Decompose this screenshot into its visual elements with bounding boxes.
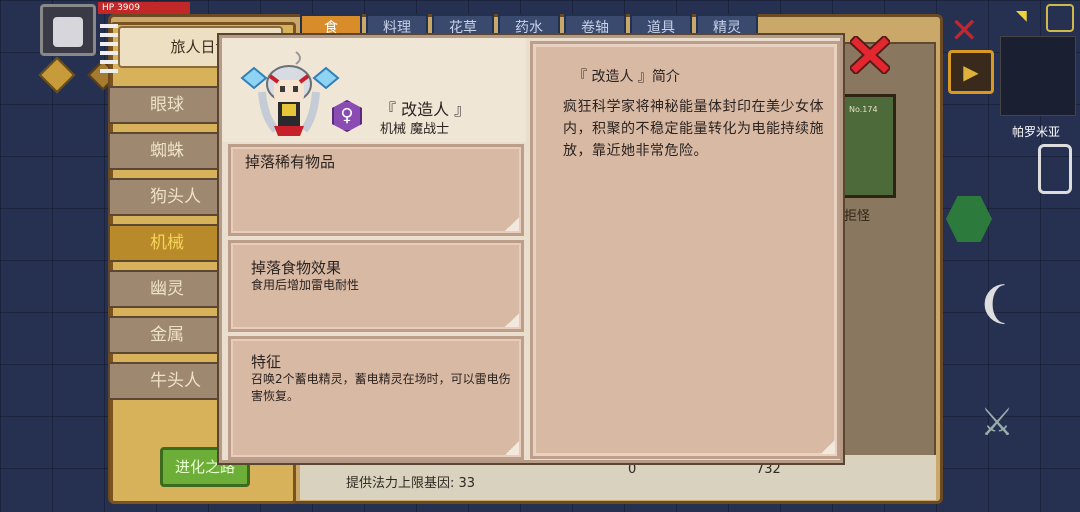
monster-card[interactable]: No.174 — [842, 94, 896, 198]
monster-header: ♀ 『 改造人 』 机械 魔战士 — [222, 38, 526, 142]
description-panel: 『 改造人 』简介 疯狂科学家将神秘能量体封印在美少女体内，积聚的不稳定能量转化… — [530, 41, 840, 459]
category-tab-spider[interactable]: 蜘蛛 — [108, 132, 232, 170]
food-effect-section: 掉落食物效果 食用后增加雷电耐性 — [228, 240, 524, 332]
minimap[interactable] — [1000, 36, 1076, 116]
item-count-a: 0 — [628, 462, 637, 477]
description-body: 疯狂科学家将神秘能量体封印在美少女体内，积聚的不稳定能量转化为电能持续施放，靠近… — [563, 99, 824, 159]
traits-section: 特征 召唤2个蓄电精灵，蓄电精灵在场时，可以雷电伤害恢复。 — [228, 336, 524, 460]
page-corner-icon — [821, 440, 835, 454]
monster-detail-modal: ♀ 『 改造人 』 机械 魔战士 掉落稀有物品 掉落食物效果 食用后增加雷电耐性… — [219, 35, 843, 463]
bow-icon[interactable]: ❨ — [976, 278, 1013, 329]
sword-icon[interactable]: ⚔ — [980, 400, 1014, 444]
category-tab-minotaur[interactable]: 牛头人 — [108, 362, 232, 400]
play-button[interactable]: ▶ — [948, 50, 994, 94]
map-location-name: 帕罗米亚 — [1012, 125, 1061, 139]
category-tab-kobold[interactable]: 狗头人 — [108, 178, 232, 216]
close-x-icon[interactable] — [850, 36, 890, 74]
wifi-icon: ◥ — [1016, 8, 1027, 24]
menu-corner-button[interactable] — [1046, 4, 1074, 32]
rare-drop-section: 掉落稀有物品 — [228, 144, 524, 236]
mana-gene-stat: 提供法力上限基因: 33 — [346, 476, 476, 491]
monster-type: 机械 魔战士 — [380, 122, 450, 137]
food-effect-title: 掉落食物效果 — [251, 259, 342, 277]
traits-title: 特征 — [251, 353, 282, 371]
hp-bar: HP 3909 — [98, 2, 190, 14]
category-tab-eyeball[interactable]: 眼球 — [108, 86, 232, 124]
category-tab-ghost[interactable]: 幽灵 — [108, 270, 232, 308]
page-corner-icon — [505, 441, 519, 455]
description-title: 『 改造人 』简介 — [573, 69, 680, 85]
monster-name: 『 改造人 』 — [380, 100, 471, 119]
phone-icon[interactable] — [1038, 144, 1072, 194]
binder-rings — [100, 24, 118, 74]
rare-drop-title: 掉落稀有物品 — [245, 153, 336, 171]
page-corner-icon — [505, 217, 519, 231]
traits-body: 召唤2个蓄电精灵，蓄电精灵在场时，可以雷电伤害恢复。 — [251, 372, 511, 403]
hp-value: 3909 — [117, 3, 140, 13]
monster-card-label: 拒怪 — [844, 209, 871, 224]
food-effect-body: 食用后增加雷电耐性 — [251, 278, 360, 292]
page-corner-icon — [505, 313, 519, 327]
category-tab-metal[interactable]: 金属 — [108, 316, 232, 354]
game-screen: HP 3909 ◥ 旅人日记 眼球 蜘蛛 狗头人 机械 幽灵 金属 牛头人 进化… — [0, 0, 1080, 512]
journal-close-icon[interactable]: ✕ — [950, 14, 979, 48]
card-number: No.174 — [849, 105, 878, 114]
cyborg-girl-portrait — [240, 51, 340, 136]
item-count-b: 732 — [756, 462, 781, 477]
player-avatar[interactable] — [40, 4, 96, 56]
category-tab-machine[interactable]: 机械 — [108, 224, 232, 262]
hp-label: HP — [102, 3, 115, 13]
